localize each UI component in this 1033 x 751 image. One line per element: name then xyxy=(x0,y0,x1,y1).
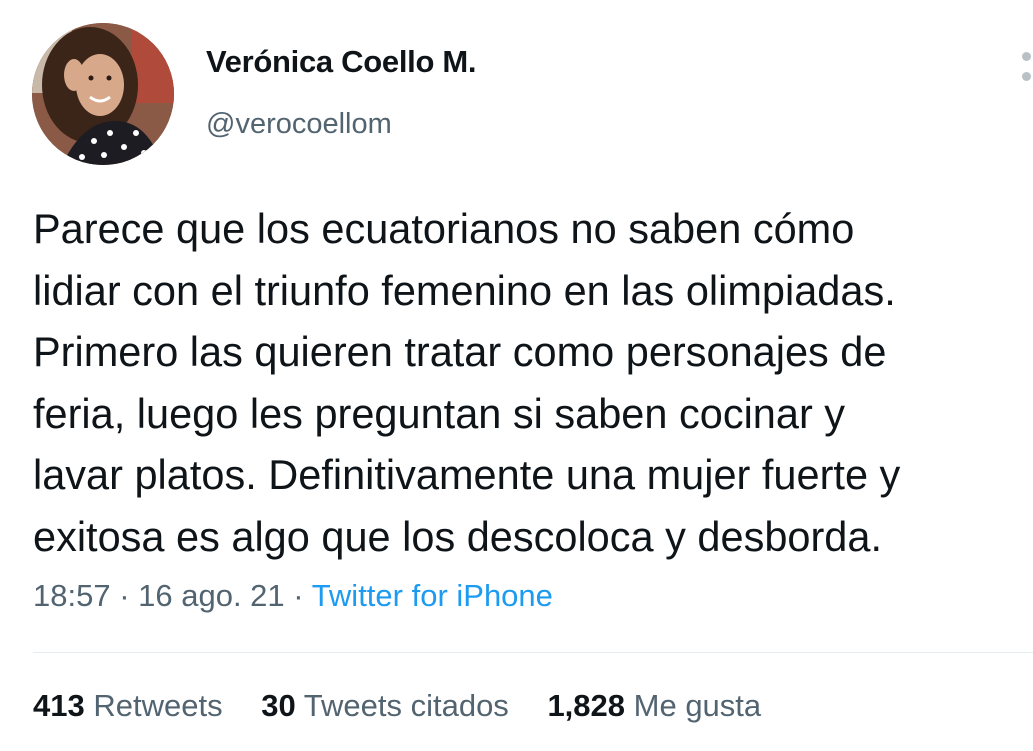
tweet-stats: 413 Retweets 30 Tweets citados 1,828 Me … xyxy=(33,688,791,724)
tweet-text-line: feria, luego les preguntan si saben coci… xyxy=(33,389,846,437)
tweet-text: Parece que los ecuatorianos no saben cóm… xyxy=(33,198,1033,568)
quotes-count: 30 xyxy=(261,688,296,723)
divider xyxy=(33,652,1033,653)
tweet-source-link[interactable]: Twitter for iPhone xyxy=(312,578,553,613)
retweets-label: Retweets xyxy=(93,688,223,723)
more-vertical-icon[interactable] xyxy=(1016,46,1033,86)
retweets-count: 413 xyxy=(33,688,85,723)
tweet-text-line: Primero las quieren tratar como personaj… xyxy=(33,328,887,376)
tweet-text-line: lidiar con el triunfo femenino en las ol… xyxy=(33,266,896,314)
tweet-meta: 18:57 · 16 ago. 21 · Twitter for iPhone xyxy=(33,578,553,614)
tweet-card: Verónica Coello M. @verocoellom Parece q… xyxy=(0,0,1033,751)
tweet-text-line: exitosa es algo que los descoloca y desb… xyxy=(33,512,882,560)
author-handle[interactable]: @verocoellom xyxy=(206,108,392,141)
tweet-text-line: lavar platos. Definitivamente una mujer … xyxy=(33,451,901,499)
likes-count: 1,828 xyxy=(547,688,626,723)
tweet-date[interactable]: 16 ago. 21 xyxy=(138,578,285,613)
avatar[interactable] xyxy=(32,23,174,165)
meta-separator: · xyxy=(293,578,312,613)
tweet-time[interactable]: 18:57 xyxy=(33,578,111,613)
quotes-stat[interactable]: 30 Tweets citados xyxy=(261,688,509,724)
tweet-text-line: Parece que los ecuatorianos no saben cóm… xyxy=(33,205,855,252)
retweets-stat[interactable]: 413 Retweets xyxy=(33,688,223,724)
likes-label: Me gusta xyxy=(633,688,762,723)
likes-stat[interactable]: 1,828 Me gusta xyxy=(547,688,761,724)
avatar-image xyxy=(32,23,174,165)
author-display-name[interactable]: Verónica Coello M. xyxy=(206,44,477,80)
meta-separator: · xyxy=(119,578,139,613)
quotes-label: Tweets citados xyxy=(303,688,509,723)
